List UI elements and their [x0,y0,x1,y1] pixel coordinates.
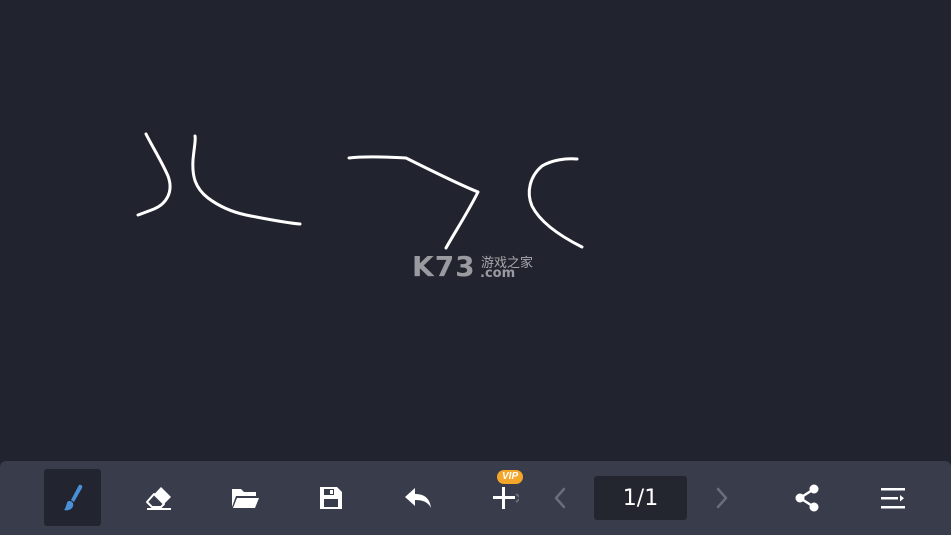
chevron-left-icon [554,487,565,508]
share-button[interactable] [778,469,835,526]
eraser-button[interactable] [130,469,187,526]
drawing-canvas[interactable]: K73 游戏之家 .com [0,0,951,460]
eraser-icon [145,486,171,510]
plus-icon [492,486,519,509]
ink-stroke [191,134,302,226]
chevron-right-icon [716,487,727,508]
vip-badge: VIP [497,470,524,484]
brush-button[interactable] [44,469,101,526]
ink-stroke [347,155,480,250]
undo-icon [404,487,431,508]
menu-button[interactable] [864,469,921,526]
brush-icon [63,484,82,510]
watermark-logo: K73 游戏之家 .com [412,250,542,284]
undo-button[interactable] [389,469,446,526]
bottom-toolbar: VIP 1/1 [0,461,951,535]
ink-strokes [136,132,584,250]
menu-icon [880,487,905,508]
save-button[interactable] [302,469,359,526]
open-file-button[interactable] [216,469,273,526]
share-icon [795,484,818,511]
ink-stroke [136,132,172,217]
folder-icon [231,488,259,508]
watermark-brand: K73 [412,250,476,283]
save-icon [319,486,342,509]
previous-page-button[interactable] [532,469,589,526]
watermark-domain: .com [480,266,516,281]
page-indicator[interactable]: 1/1 [594,476,687,520]
next-page-button[interactable] [692,469,749,526]
ink-stroke [527,157,584,249]
